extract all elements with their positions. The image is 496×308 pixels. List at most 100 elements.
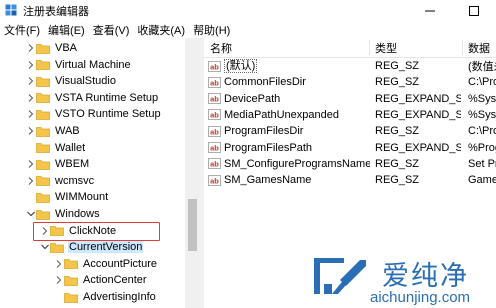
tree-item[interactable]: wcmsvc: [26, 173, 95, 189]
column-header-data[interactable]: 数据: [468, 38, 490, 57]
tree-item[interactable]: Windows: [26, 206, 101, 222]
menu-file[interactable]: 文件(F): [0, 22, 44, 38]
chevron-right-icon[interactable]: [26, 73, 36, 89]
value-name: ProgramFilesDir: [224, 125, 304, 138]
tree-item[interactable]: VSTA Runtime Setup: [26, 90, 159, 106]
tree-item-label: wcmsvc: [55, 174, 95, 187]
minimize-button[interactable]: [408, 0, 452, 21]
value-row[interactable]: ab (默认) REG_SZ (数值未: [204, 58, 496, 74]
tree-item-label: Wallet: [55, 141, 86, 154]
svg-text:ab: ab: [210, 94, 219, 103]
svg-text:ab: ab: [210, 111, 219, 120]
list-header: 名称 类型 数据: [204, 38, 496, 58]
column-header-name[interactable]: 名称: [210, 38, 232, 57]
value-type: REG_SZ: [375, 157, 420, 170]
maximize-button[interactable]: [452, 0, 496, 21]
tree-scrollbar-thumb[interactable]: [188, 199, 197, 251]
tree-item[interactable]: WBEM: [26, 156, 90, 172]
value-row[interactable]: ab DevicePath REG_EXPAND_SZ %Syst: [204, 91, 496, 107]
menu-view[interactable]: 查看(V): [89, 22, 134, 38]
tree-item-label: ActionCenter: [83, 274, 147, 287]
tree-item-label: CurrentVersion: [68, 241, 144, 254]
folder-icon: [36, 126, 50, 137]
chevron-right-icon[interactable]: [26, 106, 36, 122]
value-name: (默认): [224, 59, 258, 73]
value-name-cell: ab MediaPathUnexpanded: [208, 107, 370, 123]
chevron-right-icon[interactable]: [26, 123, 36, 139]
folder-icon: [36, 192, 50, 203]
column-divider[interactable]: [462, 40, 463, 55]
regedit-app-icon: [5, 4, 18, 17]
value-type: REG_EXPAND_SZ: [375, 141, 461, 154]
tree-scrollbar[interactable]: [185, 38, 200, 308]
value-data: Set Pr: [468, 157, 496, 170]
value-name: SM_GamesName: [224, 174, 312, 187]
tree-item-label: WAB: [55, 125, 80, 137]
watermark-logo-icon: [314, 258, 366, 294]
tree-item[interactable]: ActionCenter: [54, 272, 148, 288]
window-title: 注册表编辑器: [23, 5, 89, 18]
tree-item-label: VBA: [55, 42, 78, 54]
tree-item[interactable]: AccountPicture: [54, 256, 158, 272]
chevron-right-icon[interactable]: [26, 57, 36, 73]
tree-item[interactable]: CurrentVersion: [40, 239, 144, 255]
value-data: %Prog: [468, 141, 496, 154]
string-value-icon: ab: [208, 76, 221, 88]
tree-item-label: VSTA Runtime Setup: [55, 91, 159, 104]
chevron-right-icon[interactable]: [26, 40, 36, 56]
chevron-down-icon[interactable]: [40, 239, 50, 255]
value-name-cell: ab SM_ConfigureProgramsName: [208, 156, 370, 172]
value-row[interactable]: ab ProgramFilesDir REG_SZ C:\Pro: [204, 123, 496, 139]
chevron-down-icon[interactable]: [26, 206, 36, 222]
value-row[interactable]: ab ProgramFilesPath REG_EXPAND_SZ %Prog: [204, 140, 496, 156]
tree-item[interactable]: WAB: [26, 123, 81, 139]
value-row[interactable]: ab MediaPathUnexpanded REG_EXPAND_SZ %Syst: [204, 107, 496, 123]
chevron-right-icon[interactable]: [54, 256, 64, 272]
tree-item[interactable]: VBA: [26, 40, 78, 56]
chevron-right-icon[interactable]: [54, 272, 64, 288]
folder-icon: [36, 159, 50, 170]
key-tree-pane[interactable]: VBA Virtual Machine VisualStudio VSTA Runti…: [0, 38, 200, 308]
value-data: Game: [468, 174, 496, 187]
value-name-cell: ab (默认): [208, 58, 370, 74]
watermark-url: aichunjing.com: [370, 289, 471, 306]
tree-item[interactable]: VSTO Runtime Setup: [26, 106, 162, 122]
value-row[interactable]: ab SM_ConfigureProgramsName REG_SZ Set Pr: [204, 156, 496, 172]
value-data: C:\Pro: [468, 125, 496, 138]
column-divider[interactable]: [369, 40, 370, 55]
column-header-type[interactable]: 类型: [375, 38, 397, 57]
chevron-right-icon[interactable]: [26, 156, 36, 172]
tree-item-label: Windows: [55, 208, 100, 220]
menu-edit[interactable]: 编辑(E): [44, 22, 89, 38]
title-bar: 注册表编辑器: [0, 0, 496, 21]
folder-icon: [64, 275, 78, 286]
tree-item[interactable]: Wallet: [26, 140, 86, 156]
tree-item-label: AccountPicture: [83, 257, 157, 270]
folder-icon: [50, 242, 64, 253]
chevron-right-icon[interactable]: [26, 173, 36, 189]
value-data: C:\Pro: [468, 76, 496, 89]
tree-item[interactable]: AdvertisingInfo: [54, 289, 157, 305]
string-value-icon: ab: [208, 125, 221, 137]
tree-item-label: AdvertisingInfo: [83, 291, 156, 303]
chevron-right-icon[interactable]: [26, 90, 36, 106]
value-name-cell: ab CommonFilesDir: [208, 74, 370, 90]
tree-item[interactable]: Virtual Machine: [26, 57, 132, 73]
value-data: (数值未: [468, 61, 496, 73]
svg-text:ab: ab: [210, 78, 219, 87]
value-row[interactable]: ab SM_GamesName REG_SZ Game: [204, 172, 496, 188]
svg-text:ab: ab: [210, 160, 219, 169]
value-data: %Syst: [468, 108, 496, 121]
tree-item[interactable]: WIMMount: [26, 189, 109, 205]
folder-icon: [64, 292, 78, 303]
tree-item[interactable]: VisualStudio: [26, 73, 117, 89]
menu-help[interactable]: 帮助(H): [189, 22, 234, 38]
folder-icon: [36, 175, 50, 187]
string-value-icon: ab: [208, 158, 221, 170]
menu-favorites[interactable]: 收藏夹(A): [133, 22, 189, 38]
value-name: CommonFilesDir: [224, 76, 306, 89]
menu-bar: 文件(F) 编辑(E) 查看(V) 收藏夹(A) 帮助(H): [0, 21, 496, 38]
value-row[interactable]: ab CommonFilesDir REG_SZ C:\Pro: [204, 74, 496, 90]
